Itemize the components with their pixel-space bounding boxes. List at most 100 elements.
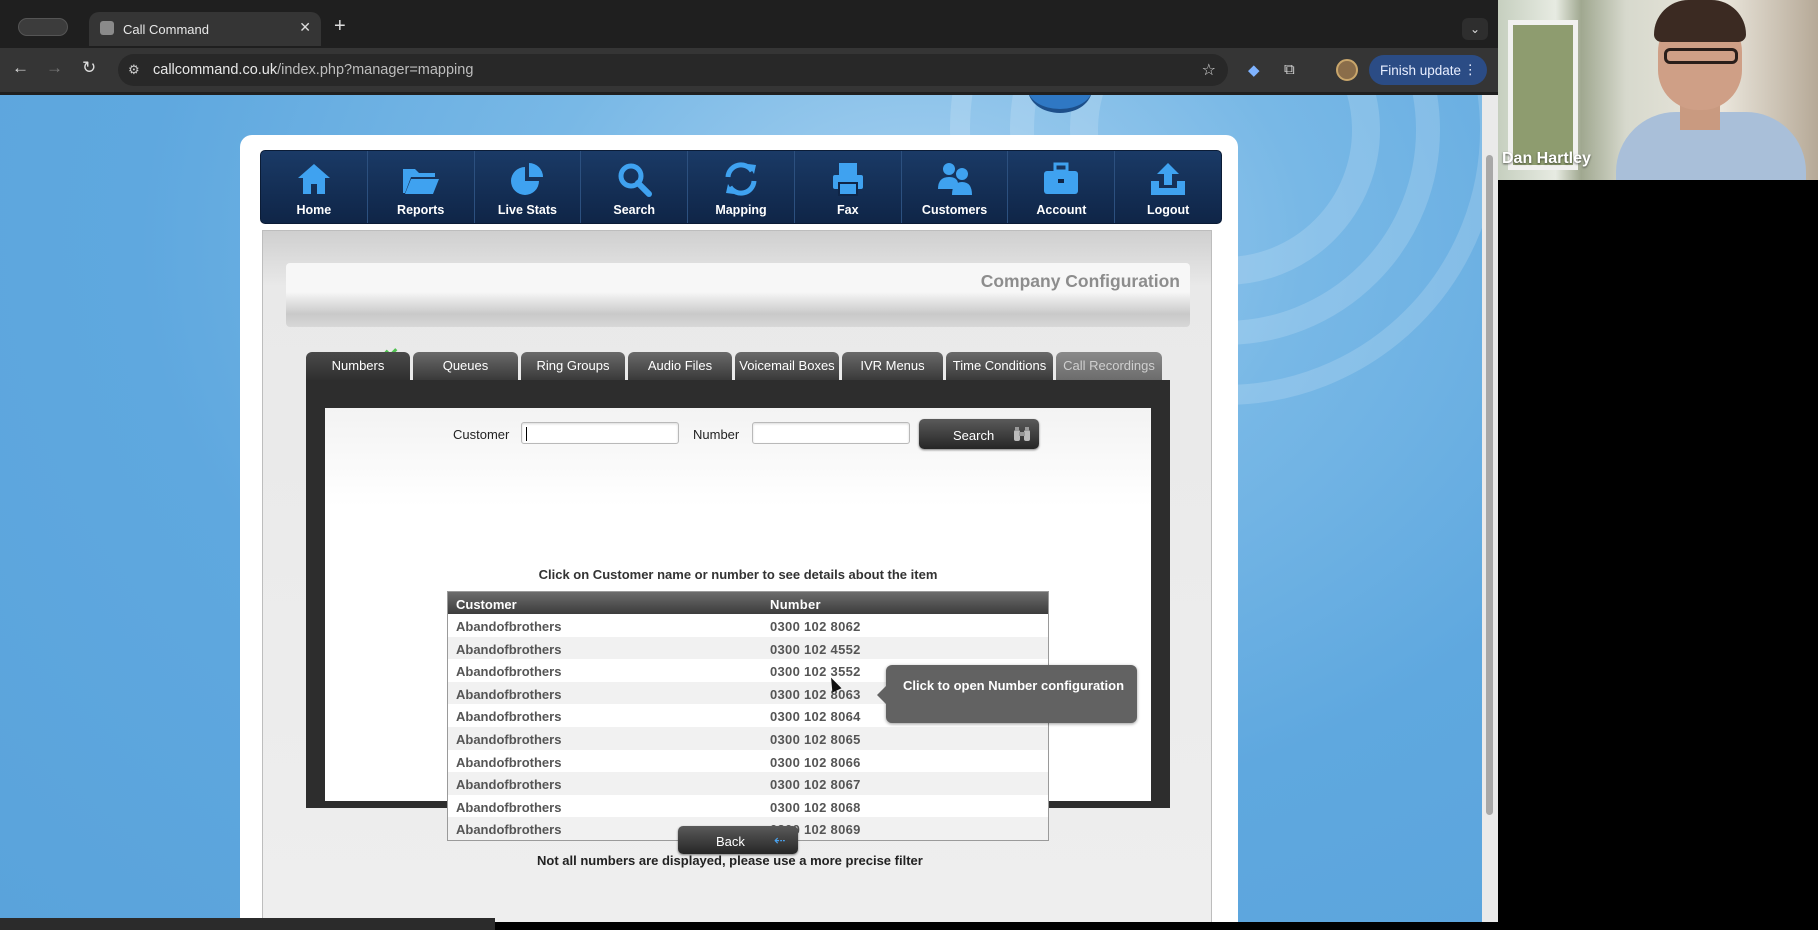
table-row[interactable]: Abandofbrothers 0300 102 8062 xyxy=(448,614,1048,637)
users-icon xyxy=(937,163,972,195)
table-row[interactable]: Abandofbrothers 0300 102 8067 xyxy=(448,772,1048,795)
tab-strip: Call Command ✕ + ⌄ xyxy=(0,8,1498,46)
row-customer[interactable]: Abandofbrothers xyxy=(456,800,561,815)
nav-home[interactable]: Home xyxy=(261,151,368,223)
extensions-puzzle-icon[interactable]: ⧉ xyxy=(1284,61,1295,78)
row-number[interactable]: 0300 102 3552 xyxy=(770,664,861,679)
back-arrow-icon[interactable]: ← xyxy=(12,58,29,78)
close-tab-icon[interactable]: ✕ xyxy=(299,19,311,36)
tab-voicemail-boxes[interactable]: Voicemail Boxes xyxy=(735,352,839,380)
bookmark-star-icon[interactable]: ☆ xyxy=(1202,60,1216,80)
table-row[interactable]: Abandofbrothers 0300 102 8066 xyxy=(448,750,1048,773)
refresh-icon xyxy=(725,162,757,196)
browser-chrome: Call Command ✕ + ⌄ ← → ↻ ⚙ callcommand.c… xyxy=(0,0,1498,95)
table-row[interactable]: Abandofbrothers 0300 102 4552 xyxy=(448,636,1048,660)
tab-queues[interactable]: Queues xyxy=(413,352,518,380)
nav-customers[interactable]: Customers xyxy=(902,151,1009,223)
tooltip: Click to open Number configuration xyxy=(877,665,1137,723)
row-number[interactable]: 0300 102 8062 xyxy=(770,619,861,634)
nav-fax-label: Fax xyxy=(837,203,859,217)
profile-avatar[interactable] xyxy=(1336,59,1358,81)
header-customer: Customer xyxy=(456,597,517,612)
row-customer[interactable]: Abandofbrothers xyxy=(456,642,561,657)
row-number[interactable]: 0300 102 4552 xyxy=(770,642,861,657)
nav-logout[interactable]: Logout xyxy=(1115,151,1221,223)
tab-title: Call Command xyxy=(123,22,209,37)
row-customer[interactable]: Abandofbrothers xyxy=(456,732,561,747)
tab-time-conditions[interactable]: Time Conditions xyxy=(946,352,1053,380)
row-number[interactable]: 0300 102 8065 xyxy=(770,732,861,747)
row-number[interactable]: 0300 102 8066 xyxy=(770,755,861,770)
background-window xyxy=(1508,20,1578,170)
row-customer[interactable]: Abandofbrothers xyxy=(456,777,561,792)
participant-glasses xyxy=(1664,48,1738,64)
row-number[interactable]: 0300 102 8063 xyxy=(770,687,861,702)
pie-chart-icon xyxy=(511,163,544,195)
forward-arrow-icon[interactable]: → xyxy=(46,58,63,78)
page-viewport: Home Reports Live Stats Search Mapping F… xyxy=(0,95,1482,922)
header-number: Number xyxy=(770,597,821,612)
scrollbar-thumb[interactable] xyxy=(1486,155,1493,815)
reload-icon[interactable]: ↻ xyxy=(82,58,96,78)
tab-call-recordings[interactable]: Call Recordings xyxy=(1056,352,1162,380)
row-customer[interactable]: Abandofbrothers xyxy=(456,619,561,634)
favicon-icon xyxy=(100,21,114,35)
search-button[interactable]: Search xyxy=(919,419,1039,449)
row-customer[interactable]: Abandofbrothers xyxy=(456,822,561,837)
number-input[interactable] xyxy=(752,422,910,444)
upload-icon xyxy=(1151,163,1186,195)
browser-toolbar: ← → ↻ ⚙ callcommand.co.uk/index.php?mana… xyxy=(0,48,1498,92)
nav-reports[interactable]: Reports xyxy=(368,151,475,223)
tab-group-pill[interactable] xyxy=(18,18,68,36)
home-icon xyxy=(297,164,330,194)
row-number[interactable]: 0300 102 8067 xyxy=(770,777,861,792)
nav-live-stats[interactable]: Live Stats xyxy=(475,151,582,223)
extension-shield-icon[interactable]: ◆ xyxy=(1248,61,1260,79)
participant-hair xyxy=(1654,0,1746,42)
table-row[interactable]: Abandofbrothers 0300 102 8068 xyxy=(448,795,1048,818)
row-number[interactable]: 0300 102 8064 xyxy=(770,709,861,724)
search-icon xyxy=(618,163,653,197)
row-customer[interactable]: Abandofbrothers xyxy=(456,664,561,679)
filter-note: Not all numbers are displayed, please us… xyxy=(537,853,923,868)
nav-account-label: Account xyxy=(1036,203,1087,217)
address-bar[interactable]: ⚙ callcommand.co.uk/index.php?manager=ma… xyxy=(118,54,1228,86)
nav-fax[interactable]: Fax xyxy=(795,151,902,223)
tab-search-icon[interactable]: ⌄ xyxy=(1462,18,1488,40)
row-number[interactable]: 0300 102 8068 xyxy=(770,800,861,815)
finish-update-label: Finish update xyxy=(1380,63,1462,78)
row-customer[interactable]: Abandofbrothers xyxy=(456,755,561,770)
page-scrollbar[interactable] xyxy=(1482,95,1498,922)
search-button-label: Search xyxy=(953,428,995,443)
nav-customers-label: Customers xyxy=(921,203,988,217)
browser-tab[interactable]: Call Command ✕ xyxy=(89,12,321,46)
kebab-menu-icon[interactable]: ⋮ xyxy=(1464,62,1478,78)
nav-account[interactable]: Account xyxy=(1008,151,1116,223)
nav-logout-label: Logout xyxy=(1146,203,1190,217)
nav-live-stats-label: Live Stats xyxy=(497,203,557,217)
row-customer[interactable]: Abandofbrothers xyxy=(456,709,561,724)
briefcase-icon xyxy=(1044,162,1079,194)
empty-video-area xyxy=(1498,180,1818,930)
table-row[interactable]: Abandofbrothers 0300 102 8065 xyxy=(448,726,1048,750)
tab-ring-groups[interactable]: Ring Groups xyxy=(521,352,625,380)
site-info-icon[interactable]: ⚙ xyxy=(128,62,140,78)
nav-search[interactable]: Search xyxy=(581,151,689,223)
new-tab-icon[interactable]: + xyxy=(334,16,346,36)
section-header: Company Configuration xyxy=(286,263,1190,327)
video-call-tile: Dan Hartley xyxy=(1498,0,1818,180)
nav-home-label: Home xyxy=(296,203,332,217)
finish-update-button[interactable]: Finish update ⋮ xyxy=(1369,55,1487,85)
tab-numbers[interactable]: Numbers xyxy=(306,352,410,380)
back-button[interactable]: Back ⇠ xyxy=(678,826,798,854)
tab-audio-files[interactable]: Audio Files xyxy=(628,352,732,380)
tab-ivr-menus[interactable]: IVR Menus xyxy=(842,352,943,380)
binoculars-icon xyxy=(1014,427,1030,441)
customer-input[interactable] xyxy=(521,422,679,444)
row-customer[interactable]: Abandofbrothers xyxy=(456,687,561,702)
nav-search-label: Search xyxy=(613,203,656,217)
page-title: Company Configuration xyxy=(980,271,1180,291)
arrow-left-icon: ⇠ xyxy=(774,832,786,848)
instruction-text: Click on Customer name or number to see … xyxy=(538,567,938,582)
nav-mapping[interactable]: Mapping xyxy=(688,151,795,223)
